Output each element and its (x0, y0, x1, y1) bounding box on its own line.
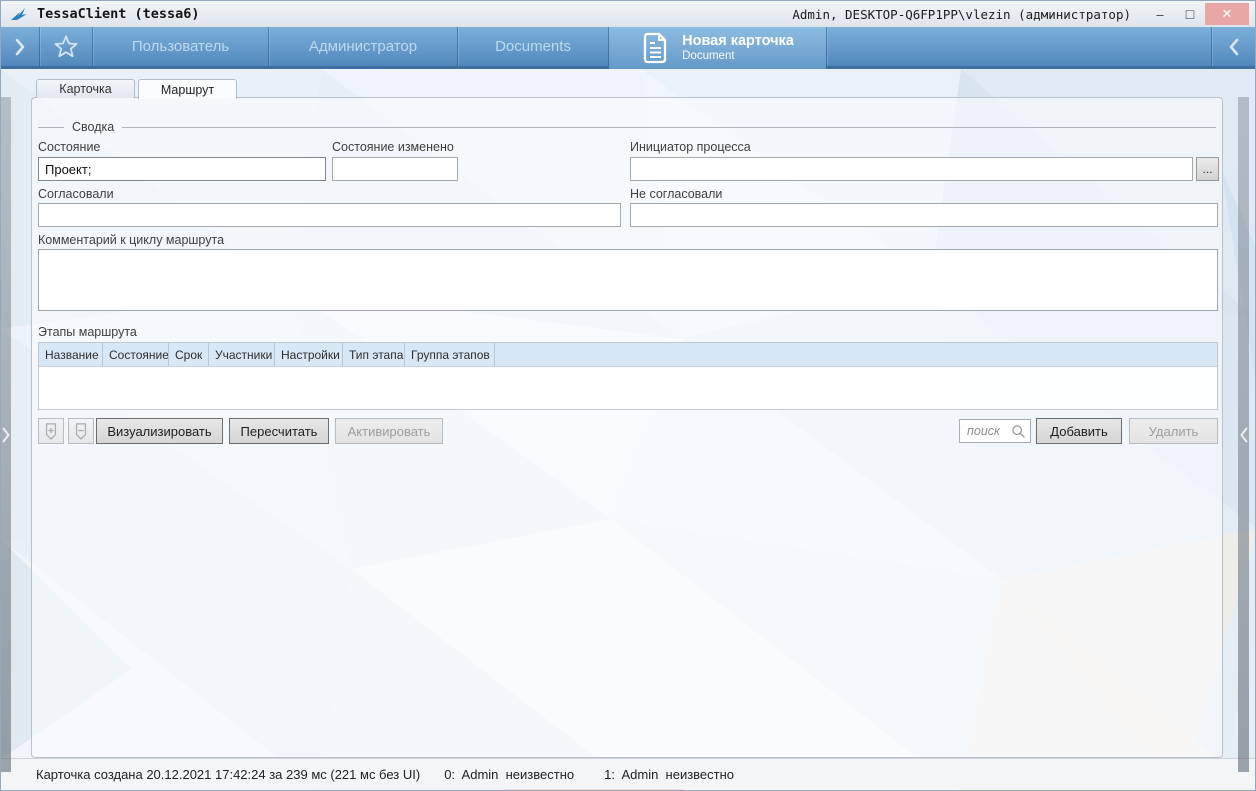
chevron-left-icon (1229, 38, 1239, 56)
right-panel-toggle[interactable] (1238, 97, 1249, 772)
comment-textarea[interactable] (38, 249, 1218, 311)
route-panel: Сводка Состояние Состояние изменено Иниц… (31, 97, 1223, 758)
title-bar-right: Admin, DESKTOP-Q6FP1PP\vlezin (администр… (792, 3, 1249, 25)
nav-right (1211, 27, 1255, 66)
not-approved-input[interactable] (630, 203, 1218, 227)
nav-tab-documents[interactable]: Documents (458, 27, 608, 66)
nav-tab-new-card[interactable]: Новая карточка Document (609, 27, 826, 69)
left-panel-toggle[interactable] (1, 97, 11, 772)
stages-search-box[interactable] (959, 419, 1031, 443)
column-header[interactable]: Состояние (103, 343, 169, 366)
stages-section-label: Этапы маршрута (38, 325, 137, 339)
status-message: Карточка создана 20.12.2021 17:42:24 за … (36, 767, 420, 782)
nav-tab-new-card-texts: Новая карточка Document (682, 33, 794, 63)
minimize-button[interactable]: – (1145, 3, 1175, 25)
nav-divider (826, 27, 827, 66)
initiator-label: Инициатор процесса (630, 140, 751, 154)
stages-table[interactable]: Название Состояние Срок Участники Настро… (38, 342, 1218, 410)
column-header[interactable]: Тип этапа (343, 343, 405, 366)
column-header-filler (495, 343, 1217, 366)
window-title: TessaClient (tessa6) (37, 6, 200, 22)
nav-tab-new-card-title: Новая карточка (682, 33, 794, 50)
initiator-browse-button[interactable]: ... (1196, 157, 1219, 181)
shield-minus-icon (73, 422, 89, 440)
add-stage-button[interactable]: Добавить (1036, 418, 1122, 444)
tab-card[interactable]: Карточка (36, 79, 135, 98)
column-header[interactable]: Срок (169, 343, 209, 366)
chevron-right-icon (15, 38, 25, 56)
summary-group-title: Сводка (72, 120, 114, 134)
state-input[interactable] (38, 157, 326, 181)
visualize-button[interactable]: Визуализировать (96, 418, 223, 444)
card-view-tabs: Карточка Маршрут (36, 79, 237, 99)
maximize-button[interactable]: □ (1175, 3, 1205, 25)
user-info: Admin, DESKTOP-Q6FP1PP\vlezin (администр… (792, 7, 1131, 22)
remove-stage-group-button[interactable] (68, 418, 94, 444)
favorites-button[interactable] (40, 27, 92, 66)
title-bar: TessaClient (tessa6) Admin, DESKTOP-Q6FP… (1, 1, 1255, 27)
stages-search-input[interactable] (967, 424, 1011, 438)
column-header[interactable]: Настройки (275, 343, 343, 366)
nav-collapse-button[interactable] (1212, 27, 1255, 66)
nav-tab-admin[interactable]: Администратор (269, 27, 457, 66)
nav-tab-new-card-subtitle: Document (682, 50, 794, 63)
app-logo-icon (11, 7, 28, 22)
nav-expand-button[interactable] (1, 27, 39, 66)
stages-table-body[interactable] (39, 367, 1217, 410)
add-stage-group-button[interactable] (38, 418, 64, 444)
column-header[interactable]: Участники (209, 343, 275, 366)
delete-stage-button[interactable]: Удалить (1129, 418, 1218, 444)
chevron-left-icon (1240, 427, 1248, 443)
close-button[interactable]: ✕ (1205, 3, 1249, 25)
nav-tab-user[interactable]: Пользователь (93, 27, 268, 66)
summary-groupbox-header: Сводка (38, 120, 1216, 134)
approved-input[interactable] (38, 203, 621, 227)
chevron-right-icon (2, 427, 10, 443)
not-approved-label: Не согласовали (630, 187, 722, 201)
stages-table-header: Название Состояние Срок Участники Настро… (39, 343, 1217, 367)
search-icon (1011, 424, 1026, 439)
initiator-input[interactable] (630, 157, 1193, 181)
shield-plus-icon (43, 422, 59, 440)
app-window: TessaClient (tessa6) Admin, DESKTOP-Q6FP… (0, 0, 1256, 791)
state-changed-label: Состояние изменено (332, 140, 454, 154)
document-icon (641, 31, 670, 65)
column-header[interactable]: Название (39, 343, 103, 366)
main-navbar: Пользователь Администратор Documents Нов… (1, 27, 1255, 69)
tab-route[interactable]: Маршрут (138, 79, 237, 99)
state-changed-input[interactable] (332, 157, 458, 181)
status-bar: Карточка создана 20.12.2021 17:42:24 за … (1, 758, 1256, 789)
activate-button[interactable]: Активировать (335, 418, 443, 444)
column-header[interactable]: Группа этапов (405, 343, 495, 366)
approved-label: Согласовали (38, 187, 114, 201)
comment-label: Комментарий к циклу маршрута (38, 233, 224, 247)
star-icon (54, 35, 78, 58)
state-label: Состояние (38, 140, 100, 154)
recalculate-button[interactable]: Пересчитать (229, 418, 329, 444)
session-info-1: 1: Admin неизвестно (604, 767, 734, 782)
session-info-0: 0: Admin неизвестно (444, 767, 574, 782)
